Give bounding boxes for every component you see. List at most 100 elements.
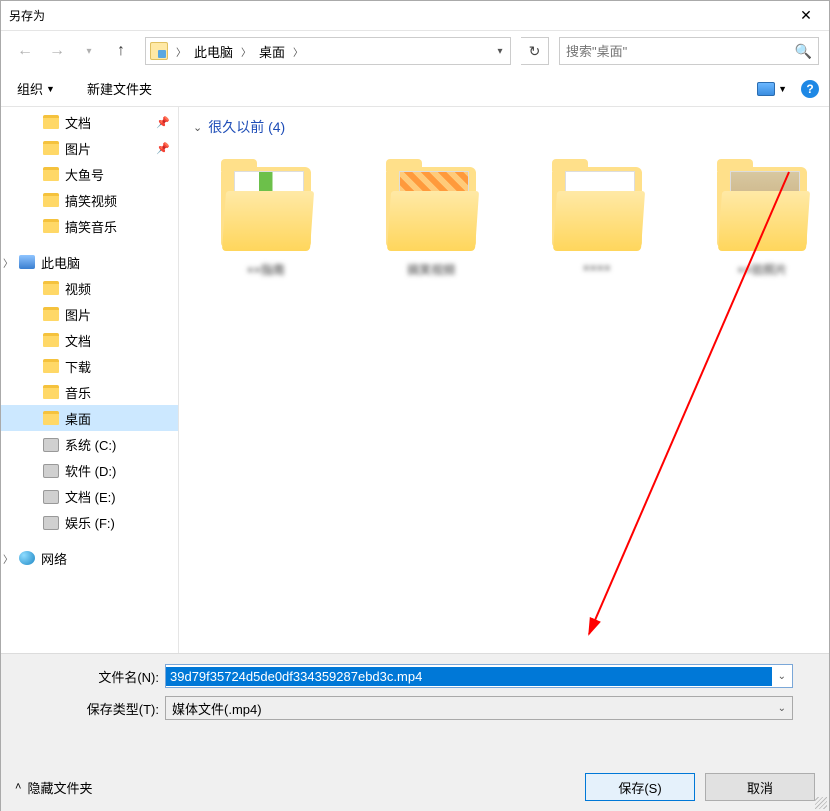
location-icon <box>150 42 168 60</box>
filetype-dropdown[interactable]: ⌄ <box>778 703 786 714</box>
file-name: ××验照片 <box>710 261 816 278</box>
collapse-icon[interactable]: ⌄ <box>193 121 202 134</box>
drive-icon <box>43 438 59 452</box>
sidebar-item[interactable]: 下载 <box>1 353 178 379</box>
view-icon <box>757 82 775 96</box>
organize-button[interactable]: 组织 ▼ <box>11 75 61 102</box>
sidebar-item-label: 搞笑视频 <box>65 191 117 210</box>
hide-folders-button[interactable]: ˄ 隐藏文件夹 <box>15 778 92 797</box>
group-header[interactable]: ⌄ 很久以前 (4) <box>193 117 815 137</box>
drive-icon <box>43 464 59 478</box>
folder-icon <box>43 385 59 399</box>
sidebar-item[interactable]: 图片 <box>1 301 178 327</box>
sidebar-item-label: 音乐 <box>65 383 91 402</box>
sidebar-item-label: 娱乐 (F:) <box>65 513 115 532</box>
file-item[interactable]: 搞笑视频 <box>379 157 485 278</box>
expand-icon[interactable]: 〉 <box>3 255 13 270</box>
sidebar-item[interactable]: 文档 (E:) <box>1 483 178 509</box>
navigation-bar: ← → ▾ ↑ 〉 此电脑 〉 桌面 〉 ▾ ↻ 🔍 <box>1 31 829 71</box>
folder-icon <box>43 115 59 129</box>
organize-label: 组织 <box>17 79 43 98</box>
folder-thumbnail <box>547 157 647 257</box>
chevron-right-icon[interactable]: 〉 <box>170 44 192 59</box>
breadcrumb-pc[interactable]: 此电脑 <box>192 42 235 61</box>
refresh-button[interactable]: ↻ <box>521 37 549 65</box>
folder-icon <box>43 307 59 321</box>
sidebar-item[interactable]: 文档📌 <box>1 109 178 135</box>
sidebar-item-label: 图片 <box>65 139 91 158</box>
search-box[interactable]: 🔍 <box>559 37 819 65</box>
view-button[interactable]: ▼ <box>757 82 787 96</box>
sidebar-item[interactable]: 系统 (C:) <box>1 431 178 457</box>
sidebar-item[interactable]: 搞笑音乐 <box>1 213 178 239</box>
cancel-button[interactable]: 取消 <box>705 773 815 801</box>
folder-icon <box>43 411 59 425</box>
folder-thumbnail <box>381 157 481 257</box>
sidebar-item-label: 桌面 <box>65 409 91 428</box>
sidebar-item-label: 视频 <box>65 279 91 298</box>
up-button[interactable]: ↑ <box>107 37 135 65</box>
caret-down-icon: ▼ <box>778 84 787 94</box>
file-list[interactable]: ⌄ 很久以前 (4) ××指南搞笑视频 ×××× ××验照片 <box>179 107 829 653</box>
sidebar-item[interactable]: 音乐 <box>1 379 178 405</box>
sidebar-item[interactable]: 大鱼号 <box>1 161 178 187</box>
folder-icon <box>43 281 59 295</box>
forward-button[interactable]: → <box>43 37 71 65</box>
sidebar-item[interactable]: 搞笑视频 <box>1 187 178 213</box>
filetype-select[interactable]: 媒体文件(.mp4) ⌄ <box>165 696 793 720</box>
search-icon[interactable]: 🔍 <box>795 43 812 60</box>
sidebar-item-label: 此电脑 <box>41 253 80 272</box>
sidebar-item[interactable]: 视频 <box>1 275 178 301</box>
sidebar-item[interactable]: 桌面 <box>1 405 178 431</box>
title-bar: 另存为 ✕ <box>1 1 829 31</box>
sidebar-item-label: 文档 (E:) <box>65 487 116 506</box>
file-name: 搞笑视频 <box>379 261 485 278</box>
back-button[interactable]: ← <box>11 37 39 65</box>
file-item[interactable]: ××验照片 <box>710 157 816 278</box>
sidebar-item-label: 软件 (D:) <box>65 461 116 480</box>
pin-icon: 📌 <box>156 142 170 155</box>
new-folder-label: 新建文件夹 <box>87 79 152 98</box>
navigation-pane[interactable]: 文档📌图片📌大鱼号搞笑视频搞笑音乐〉此电脑视频图片文档下载音乐桌面系统 (C:)… <box>1 107 179 653</box>
save-button[interactable]: 保存(S) <box>585 773 695 801</box>
caret-down-icon: ▼ <box>46 84 55 94</box>
file-item[interactable]: ×××× <box>544 157 650 278</box>
sidebar-item[interactable]: 软件 (D:) <box>1 457 178 483</box>
chevron-right-icon[interactable]: 〉 <box>235 44 257 59</box>
resize-grip[interactable] <box>815 797 827 809</box>
drive-icon <box>43 490 59 504</box>
recent-dropdown[interactable]: ▾ <box>75 37 103 65</box>
file-grid: ××指南搞笑视频 ×××× ××验照片 <box>193 147 815 278</box>
sidebar-item-label: 图片 <box>65 305 91 324</box>
sidebar-item[interactable]: 娱乐 (F:) <box>1 509 178 535</box>
command-bar: 组织 ▼ 新建文件夹 ▼ ? <box>1 71 829 107</box>
sidebar-item[interactable]: 图片 📌 <box>1 135 178 161</box>
address-bar[interactable]: 〉 此电脑 〉 桌面 〉 ▾ <box>145 37 511 65</box>
folder-thumbnail <box>216 157 316 257</box>
chevron-right-icon[interactable]: 〉 <box>287 44 309 59</box>
breadcrumb-desktop[interactable]: 桌面 <box>257 42 287 61</box>
window-title: 另存为 <box>9 7 791 24</box>
folder-icon <box>43 359 59 373</box>
expand-icon[interactable]: 〉 <box>3 551 13 566</box>
file-name: ×××× <box>544 261 650 275</box>
folder-icon <box>43 333 59 347</box>
folder-icon <box>43 167 59 181</box>
folder-icon <box>43 141 59 155</box>
sidebar-item-label: 下载 <box>65 357 91 376</box>
close-button[interactable]: ✕ <box>791 7 821 24</box>
search-input[interactable] <box>566 44 795 59</box>
sidebar-item[interactable]: 〉 此电脑 <box>1 249 178 275</box>
sidebar-item[interactable]: 文档 <box>1 327 178 353</box>
sidebar-item[interactable]: 〉网络 <box>1 545 178 571</box>
sidebar-item-label: 系统 (C:) <box>65 435 116 454</box>
new-folder-button[interactable]: 新建文件夹 <box>81 75 158 102</box>
filename-input[interactable]: 39d79f35724d5de0df334359287ebd3c.mp4 ⌄ <box>165 664 793 688</box>
bottom-panel: 文件名(N): 39d79f35724d5de0df334359287ebd3c… <box>1 653 829 811</box>
help-button[interactable]: ? <box>801 80 819 98</box>
filetype-label: 保存类型(T): <box>15 699 165 718</box>
file-item[interactable]: ××指南 <box>213 157 319 278</box>
chevron-up-icon: ˄ <box>15 781 21 793</box>
address-dropdown[interactable]: ▾ <box>490 46 510 57</box>
filename-dropdown[interactable]: ⌄ <box>772 671 792 682</box>
